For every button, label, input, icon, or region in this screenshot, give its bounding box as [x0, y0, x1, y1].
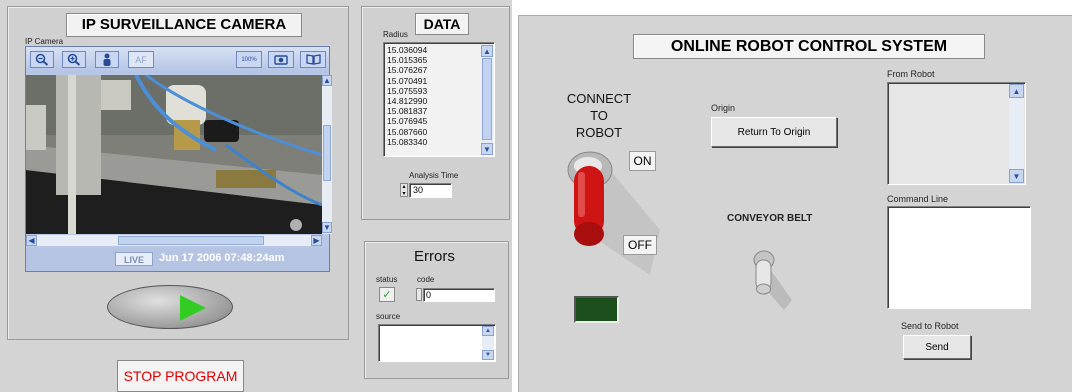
list-item: 15.087660	[387, 126, 428, 137]
person-icon[interactable]	[95, 51, 119, 68]
scroll-right-icon[interactable]: ▶	[311, 235, 322, 246]
scroll-down-icon[interactable]: ▼	[322, 222, 332, 233]
snapshot-icon[interactable]	[268, 51, 294, 68]
book-icon[interactable]	[300, 51, 326, 68]
code-field[interactable]: 0	[423, 288, 495, 302]
camera-title: IP SURVEILLANCE CAMERA	[66, 13, 302, 37]
command-line-field[interactable]	[887, 206, 1031, 309]
send-button[interactable]: Send	[903, 335, 971, 359]
camera-label: IP Camera	[25, 37, 64, 46]
scroll-down-icon[interactable]: ▼	[482, 350, 494, 360]
af-button[interactable]: AF	[128, 51, 154, 68]
live-badge: LIVE	[115, 252, 153, 266]
scroll-down-icon[interactable]: ▼	[1009, 169, 1024, 183]
camera-image	[26, 75, 322, 234]
fit-100-icon[interactable]: 100%	[236, 51, 262, 68]
conveyor-toggle-switch[interactable]	[748, 250, 798, 312]
connect-label: CONNECT TO ROBOT	[558, 90, 640, 141]
send-to-robot-label: Send to Robot	[901, 321, 959, 331]
run-button[interactable]	[107, 285, 233, 329]
camera-hscroll-thumb[interactable]	[118, 236, 264, 245]
from-robot-field[interactable]	[887, 82, 1026, 185]
scroll-up-icon[interactable]: ▲	[482, 326, 494, 336]
list-item: 15.015365	[387, 55, 428, 66]
command-line-label: Command Line	[887, 194, 949, 204]
camera-timestamp: Jun 17 2006 07:48:24am	[159, 252, 285, 264]
play-arrow-icon	[180, 295, 206, 321]
data-title: DATA	[415, 13, 469, 35]
connect-line: CONNECT	[566, 91, 632, 106]
code-label: code	[417, 275, 435, 284]
radius-values: 15.036094 15.015365 15.076267 15.070491 …	[387, 45, 479, 147]
analysis-time-label: Analysis Time	[409, 171, 459, 180]
list-item: 14.812990	[387, 96, 428, 107]
scroll-up-icon[interactable]: ▲	[1009, 84, 1024, 98]
scroll-left-icon[interactable]: ◀	[26, 235, 37, 246]
from-robot-label: From Robot	[887, 69, 935, 79]
stop-program-button[interactable]: STOP PROGRAM	[117, 360, 244, 392]
scroll-down-icon[interactable]: ▼	[481, 143, 493, 155]
zoom-out-icon[interactable]	[30, 51, 54, 68]
list-item: 15.083340	[387, 136, 428, 147]
list-item: 15.081837	[387, 106, 428, 117]
radius-label: Radius	[383, 30, 408, 39]
connect-line: TO	[590, 108, 608, 123]
connection-led	[574, 296, 619, 323]
list-item: 15.070491	[387, 75, 428, 86]
errors-title: Errors	[414, 248, 455, 265]
off-label: OFF	[623, 235, 657, 255]
camera-vscroll-thumb[interactable]	[323, 125, 331, 181]
list-item: 15.076267	[387, 65, 428, 76]
source-label: source	[376, 312, 401, 321]
return-to-origin-button[interactable]: Return To Origin	[711, 117, 837, 147]
robot-title: ONLINE ROBOT CONTROL SYSTEM	[633, 34, 985, 59]
list-item: 15.036094	[387, 45, 428, 55]
code-stepper-icon[interactable]	[416, 288, 422, 301]
connect-line: ROBOT	[575, 125, 623, 140]
list-item: 15.076945	[387, 116, 428, 127]
conveyor-belt-label: CONVEYOR BELT	[727, 213, 813, 224]
status-check-icon: ✓	[379, 287, 395, 302]
radius-scroll-thumb[interactable]	[482, 58, 492, 140]
source-field[interactable]	[378, 324, 496, 362]
scroll-up-icon[interactable]: ▲	[322, 75, 332, 86]
zoom-in-icon[interactable]	[62, 51, 86, 68]
scroll-up-icon[interactable]: ▲	[481, 45, 493, 57]
analysis-time-field[interactable]: 30	[409, 183, 452, 198]
on-label: ON	[629, 151, 656, 171]
status-label: status	[376, 275, 398, 284]
origin-label: Origin	[711, 103, 736, 113]
analysis-stepper-icon[interactable]: ▴ ▾	[400, 183, 408, 197]
list-item: 15.075593	[387, 85, 428, 96]
